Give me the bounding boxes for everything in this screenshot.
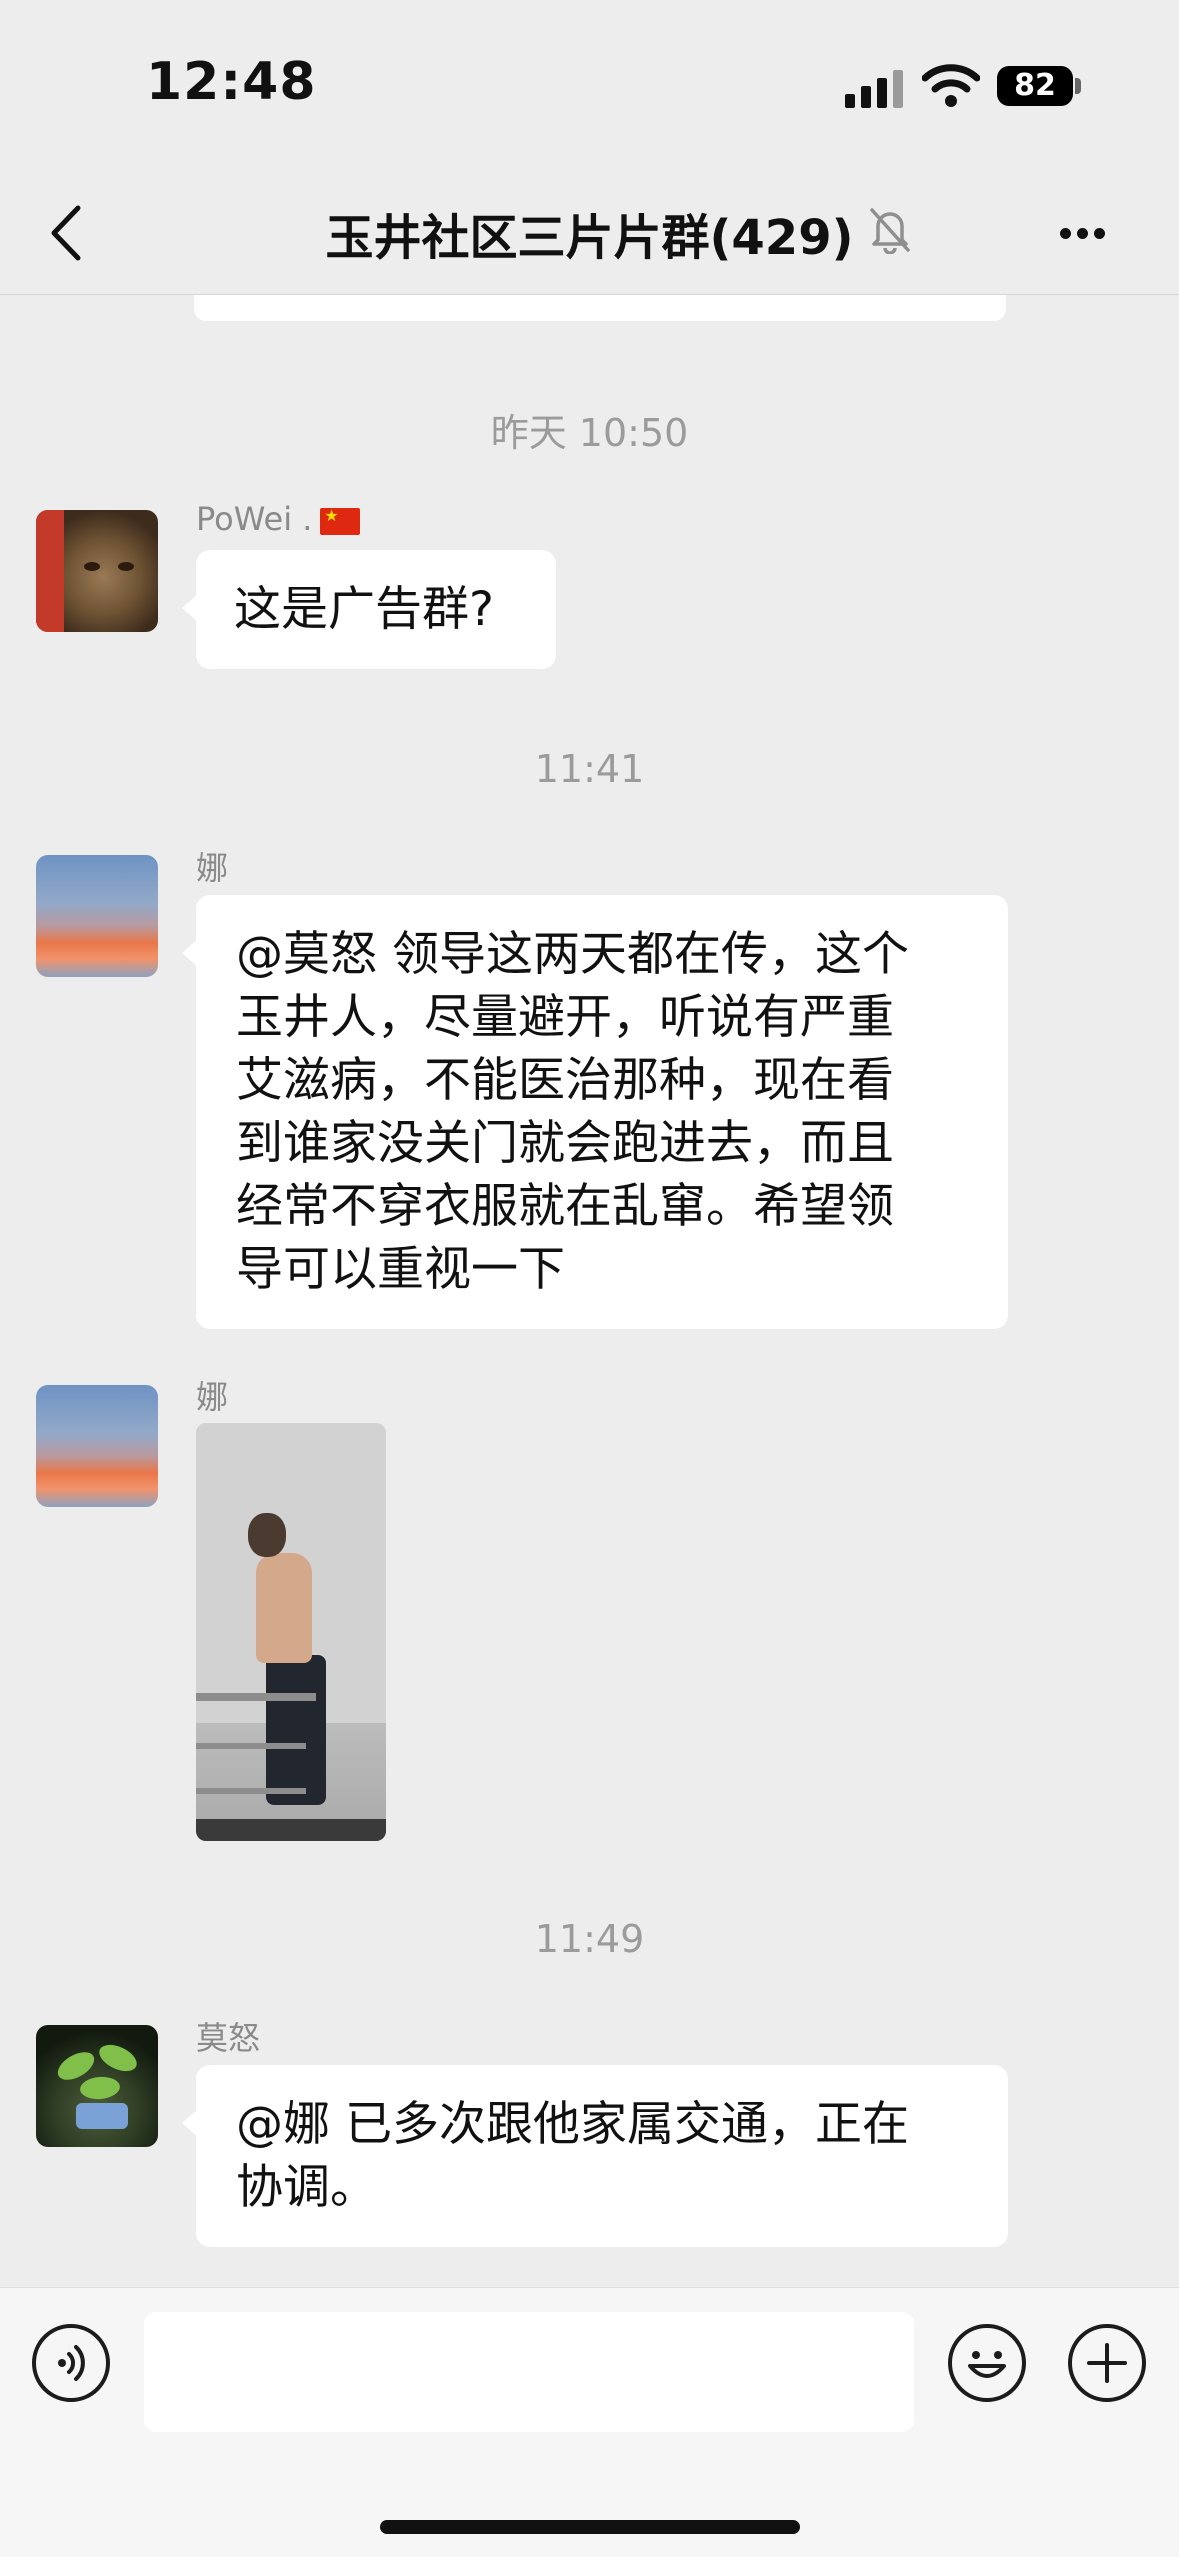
sunset-avatar[interactable] xyxy=(36,855,158,977)
image-message[interactable] xyxy=(196,1423,386,1841)
sunset-avatar[interactable] xyxy=(36,1385,158,1507)
time-separator: 昨天 10:50 xyxy=(490,411,689,455)
emoji-icon[interactable] xyxy=(948,2324,1026,2402)
sender-name: 娜 xyxy=(196,849,229,887)
sender-name: 莫怒 xyxy=(196,2019,261,2057)
chat-title[interactable]: 玉井社区三片片群(429) xyxy=(0,198,1179,268)
status-time: 12:48 xyxy=(146,52,317,112)
input-bar xyxy=(0,2287,1179,2557)
wifi-icon xyxy=(922,64,980,107)
cat-avatar[interactable] xyxy=(36,510,158,632)
cellular-signal-icon xyxy=(845,70,903,108)
china-flag-icon xyxy=(320,506,361,535)
plant-avatar[interactable] xyxy=(36,2025,158,2147)
home-indicator[interactable] xyxy=(380,2520,800,2534)
message-bubble[interactable]: 这是广告群? xyxy=(182,550,556,669)
message-input[interactable] xyxy=(144,2312,914,2432)
time-separator: 11:49 xyxy=(534,1917,645,1961)
chat-header: 玉井社区三片片群(429) xyxy=(0,170,1179,295)
voice-icon[interactable] xyxy=(32,2324,110,2402)
message-bubble[interactable]: @莫怒 领导这两天都在传，这个 玉井人，尽量避开，听说有严重 艾滋病，不能医治那… xyxy=(182,895,1008,1329)
battery-cap xyxy=(1075,78,1081,94)
message-list[interactable]: 昨天 10:50 PoWei . 这是广告群? 11:41 娜 @莫怒 领导这两… xyxy=(0,295,1179,2287)
mute-bell-icon xyxy=(870,208,910,254)
status-bar: 12:48 82 xyxy=(0,0,1179,170)
message-bubble[interactable]: @娜 已多次跟他家属交通，正在 协调。 xyxy=(182,2065,1008,2247)
battery-icon: 82 xyxy=(997,66,1073,106)
time-separator: 11:41 xyxy=(534,747,645,791)
sender-name: 娜 xyxy=(196,1378,229,1416)
plus-icon[interactable] xyxy=(1068,2324,1146,2402)
previous-message-bubble xyxy=(194,295,1006,321)
more-dots-icon[interactable] xyxy=(1060,210,1130,258)
sender-name: PoWei . xyxy=(196,500,361,538)
